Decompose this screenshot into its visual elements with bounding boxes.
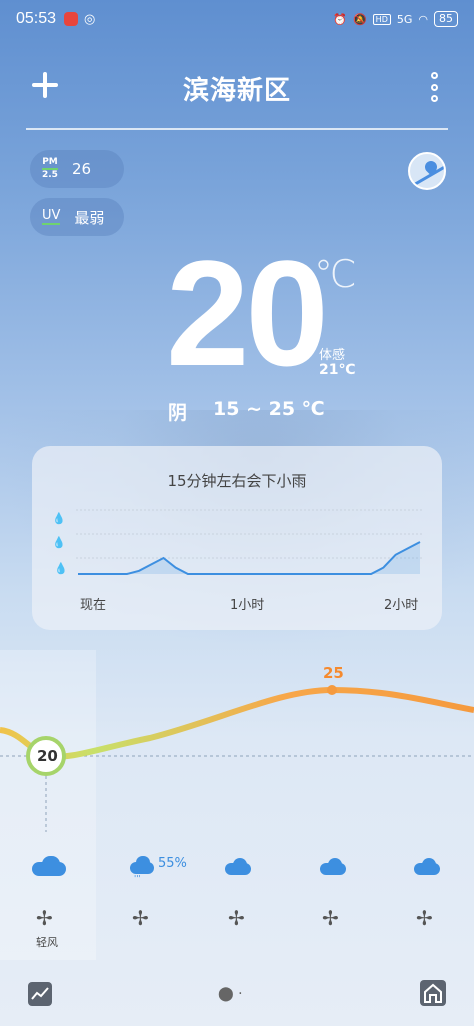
condition-line: 阴 15 ~ 25 ℃ [168,398,325,425]
cloud-icon [414,858,448,878]
chat-icon: ◎ [84,11,96,27]
alarm-icon: ⏰ [333,12,347,26]
pm25-pill[interactable]: PM 2.5 26 [30,150,124,188]
fan-icon: ✢ [132,906,149,930]
fan-icon: ✢ [228,906,245,930]
cloud-icon [32,856,66,876]
condition-text: 阴 [168,402,188,424]
uv-value: 最弱 [74,208,105,227]
mute-icon: 🔕 [352,12,367,26]
feels-like-label: 体感 [319,348,346,363]
temperature-curve [0,686,474,760]
plus-icon[interactable] [28,68,62,102]
svg-text:💧: 💧 [52,536,66,549]
trend-chart-icon[interactable] [28,982,52,1006]
fan-icon: ✢ [322,906,339,930]
precip-x-label-now: 现在 [80,598,107,613]
precipitation-title: 15分钟左右会下小雨 [167,472,307,490]
bottom-bar: ⬤ · [0,960,474,1026]
wifi-icon: ◠ [418,12,428,26]
precip-x-label-2h: 2小时 [384,598,419,613]
map-icon[interactable] [408,152,446,190]
status-time: 05:53 [16,10,57,27]
city-title: 滨海新区 [182,75,291,106]
fan-icon: ✢ [416,906,433,930]
raindrop-icons: 💧 💧 💧 [52,512,68,575]
hd-badge: HD [372,13,391,25]
pm25-value: 26 [71,160,92,178]
temperature-unit: ℃ [314,252,357,296]
more-vertical-icon[interactable] [428,72,440,102]
uv-pill[interactable]: UV 最弱 [30,198,124,236]
pm25-icon: PM 2.5 [42,157,58,180]
svg-text:💧: 💧 [54,562,68,575]
status-icons: ⏰ 🔕 HD 5G ◠ 85 [333,11,458,27]
uv-label: UV [42,208,61,225]
temperature-range: 15 ~ 25 ℃ [213,398,325,420]
svg-text:💧: 💧 [52,512,66,525]
cloud-icon [225,858,259,878]
now-temp-label: 20 [37,747,58,765]
network-label: 5G [396,12,413,26]
battery-indicator: 85 [434,11,458,27]
status-bar: 05:53 ◎ ⏰ 🔕 HD 5G ◠ 85 [0,0,474,38]
hourly-temperature-curve [0,685,474,832]
current-temperature: 20 [166,229,329,397]
precipitation-card[interactable]: 15分钟左右会下小雨 💧 💧 💧 现在 1小时 2小时 [32,446,442,630]
app-notification-icon [64,12,79,26]
precip-x-label-1h: 1小时 [230,598,265,613]
header-divider [26,128,448,130]
home-icon[interactable] [420,980,446,1006]
location-pin-icon[interactable]: ⬤ · [218,986,243,1002]
cloud-icon [320,858,354,878]
wind-level-label: 轻风 [36,936,58,949]
peak-temp-marker [327,685,337,695]
hourly-forecast[interactable]: 20 25 ''' 55% ✢ 轻风 ✢ ✢ ✢ ✢ [0,650,474,970]
precipitation-probability: 55% [158,856,187,871]
header: 滨海新区 [0,60,474,116]
fan-icon: ✢ [36,906,53,930]
peak-temp-label: 25 [323,664,344,682]
feels-like-value: 21℃ [319,362,356,378]
precipitation-chart: 💧 💧 💧 [52,509,422,575]
